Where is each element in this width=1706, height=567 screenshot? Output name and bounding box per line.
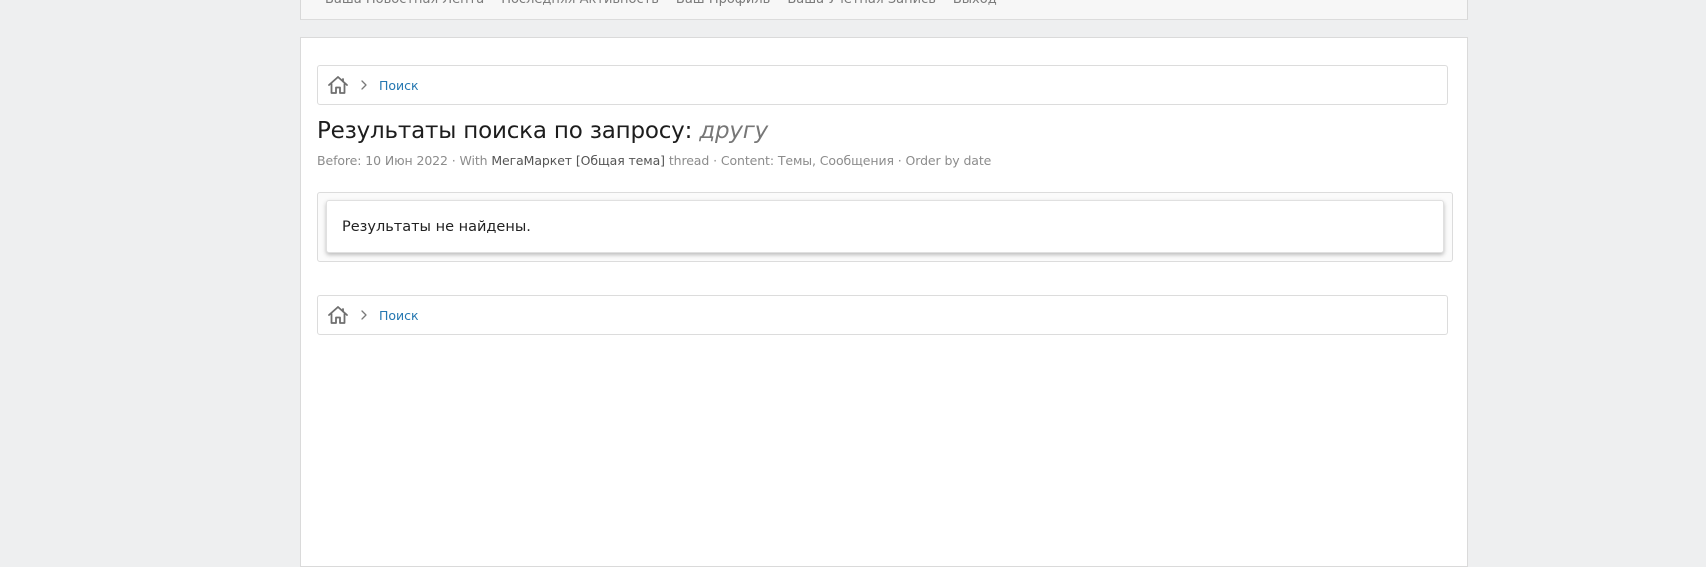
account-nav-bar: Ваша Новостная Лента Последняя Активност…	[300, 0, 1468, 20]
nav-item-latest-activity[interactable]: Последняя Активность	[501, 0, 659, 8]
meta-before-date: 10 Июн 2022	[365, 153, 448, 168]
search-query: другу	[699, 118, 769, 144]
meta-before-label: Before:	[317, 153, 362, 168]
chevron-right-icon	[360, 308, 370, 322]
breadcrumb-item-search[interactable]: Поиск	[379, 78, 419, 93]
meta-thread-suffix: thread	[668, 153, 710, 168]
meta-order: · Order by date	[897, 153, 992, 168]
nav-item-profile[interactable]: Ваш Профиль	[676, 0, 770, 8]
meta-content: · Content: Темы, Сообщения	[713, 153, 894, 168]
main-content: Поиск Результаты поиска по запросу: друг…	[300, 37, 1468, 567]
results-block: Результаты не найдены.	[317, 192, 1453, 262]
home-icon[interactable]	[326, 304, 350, 326]
nav-item-account[interactable]: Ваша Учетная Запись	[787, 0, 936, 8]
no-results-message: Результаты не найдены.	[342, 218, 531, 235]
breadcrumb-bottom: Поиск	[317, 295, 1448, 335]
meta-with-label: · With	[451, 153, 488, 168]
breadcrumb-item-search[interactable]: Поиск	[379, 308, 419, 323]
breadcrumb-top: Поиск	[317, 65, 1448, 105]
page-title: Результаты поиска по запросу: другу	[317, 118, 768, 144]
results-message-box: Результаты не найдены.	[326, 200, 1444, 253]
meta-thread-link[interactable]: МегаМаркет [Общая тема]	[491, 153, 665, 168]
nav-item-news-feed[interactable]: Ваша Новостная Лента	[325, 0, 484, 8]
account-nav-items: Ваша Новостная Лента Последняя Активност…	[325, 0, 997, 8]
page-title-prefix: Результаты поиска по запросу:	[317, 118, 693, 144]
chevron-right-icon	[360, 78, 370, 92]
home-icon[interactable]	[326, 74, 350, 96]
search-meta: Before: 10 Июн 2022 · With МегаМаркет [О…	[317, 153, 991, 168]
nav-item-logout[interactable]: Выход	[953, 0, 997, 8]
